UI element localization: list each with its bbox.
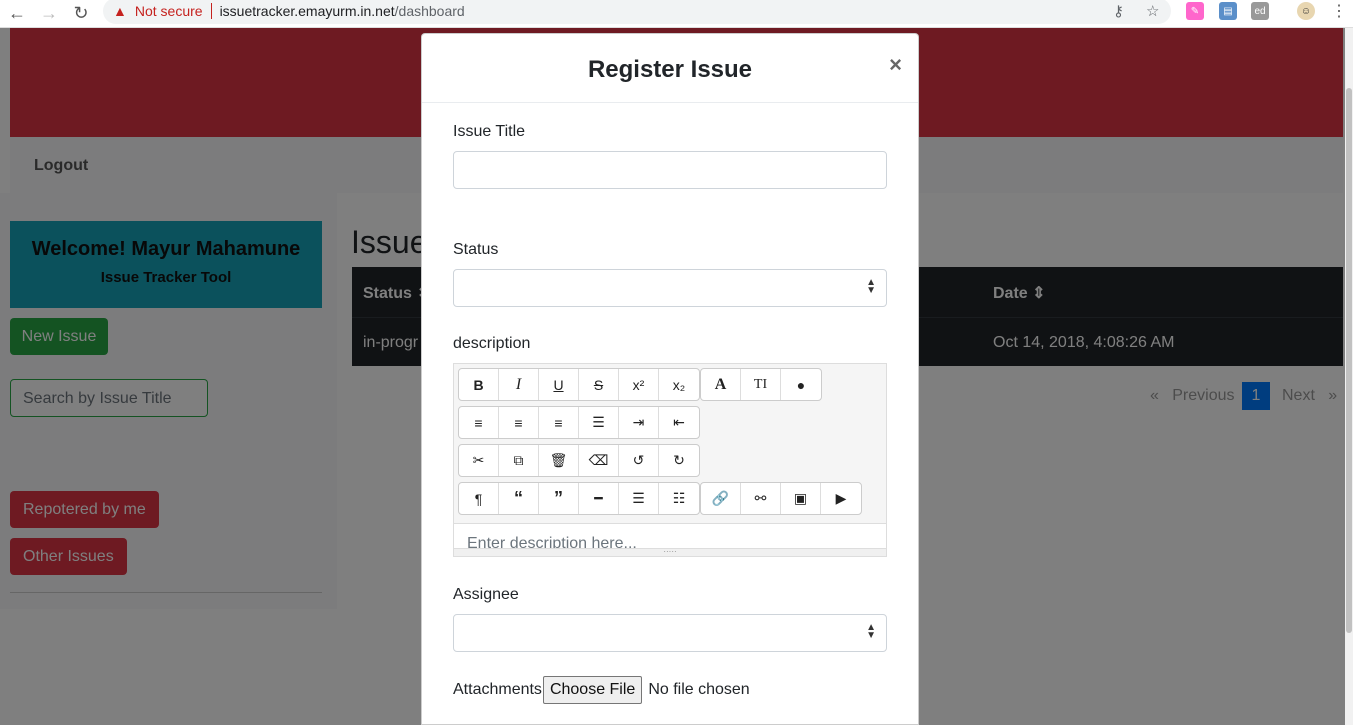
resize-handle[interactable]: ·····	[454, 548, 886, 556]
star-icon[interactable]: ☆	[1146, 2, 1159, 20]
reload-icon[interactable]: ↻	[69, 2, 93, 26]
assignee-select[interactable]: ▲ ▼	[453, 614, 887, 652]
toolbar-row-insert: ¶ “ ” ━ ☰ ☷ 🔗 ⚯ ▣ ▶	[458, 482, 862, 515]
indent-icon[interactable]: ⇥	[619, 407, 659, 438]
file-status: No file chosen	[648, 681, 750, 698]
register-issue-modal: Register Issue × Issue Title Status ▲ ▼ d…	[421, 33, 919, 725]
toolbar-row-format: B I U S x² x₂ A TI ●	[458, 368, 822, 401]
url-host: issuetracker.emayurm.in.net	[219, 3, 395, 19]
warning-icon: ▲	[113, 3, 127, 19]
menu-dots-icon[interactable]: ⋮	[1330, 2, 1348, 20]
close-icon[interactable]: ×	[889, 52, 902, 78]
modal-title: Register Issue	[587, 56, 753, 83]
url-path: /dashboard	[394, 3, 465, 19]
align-left-icon[interactable]: ≡	[459, 407, 499, 438]
bold-icon[interactable]: B	[459, 369, 499, 400]
font-size-icon[interactable]: TI	[741, 369, 781, 400]
issue-title-input[interactable]	[453, 151, 887, 189]
status-label: Status	[453, 241, 499, 258]
quote-open-icon[interactable]: “	[499, 483, 539, 514]
paragraph-icon[interactable]: ¶	[459, 483, 499, 514]
scrollbar-thumb[interactable]	[1346, 88, 1352, 633]
strikethrough-icon[interactable]: S	[579, 369, 619, 400]
numbered-list-icon[interactable]: ☷	[659, 483, 699, 514]
toolbar-row-edit: ✂ ⧉ 🗑 ⌫ ↺ ↻	[458, 444, 700, 477]
url-separator	[210, 3, 212, 19]
not-secure-label: Not secure	[134, 3, 203, 19]
cut-icon[interactable]: ✂	[459, 445, 499, 476]
superscript-icon[interactable]: x²	[619, 369, 659, 400]
redo-icon[interactable]: ↻	[659, 445, 699, 476]
choose-file-button[interactable]: Choose File	[542, 676, 643, 704]
address-bar[interactable]: ▲ Not secure issuetracker.emayurm.in.net…	[103, 0, 1171, 24]
highlight-color-icon[interactable]: ●	[781, 369, 821, 400]
toolbar-group: A TI ●	[700, 368, 822, 401]
eraser-icon[interactable]: ⌫	[579, 445, 619, 476]
undo-icon[interactable]: ↺	[619, 445, 659, 476]
copy-icon[interactable]: ⧉	[499, 445, 539, 476]
underline-icon[interactable]: U	[539, 369, 579, 400]
attachments-row: Attachments Choose File No file chosen	[453, 676, 750, 704]
attachments-label: Attachments	[453, 681, 542, 698]
key-icon[interactable]: ⚷	[1113, 2, 1124, 20]
toolbar-group: 🔗 ⚯ ▣ ▶	[700, 482, 862, 515]
rich-text-editor: B I U S x² x₂ A TI ● ≡ ≡ ≡ ☰ ⇥ ⇤ ✂ ⧉ 🗑 ⌫…	[453, 363, 887, 557]
extension-icon[interactable]: ▤	[1219, 2, 1237, 20]
justify-icon[interactable]: ☰	[579, 407, 619, 438]
select-arrows-icon: ▲ ▼	[866, 277, 876, 296]
font-color-icon[interactable]: A	[701, 369, 741, 400]
description-label: description	[453, 335, 531, 352]
description-editor[interactable]: Enter description here...	[454, 523, 886, 548]
align-right-icon[interactable]: ≡	[539, 407, 579, 438]
assignee-label: Assignee	[453, 586, 519, 603]
profile-avatar-icon[interactable]: ☺	[1297, 2, 1315, 20]
toolbar-row-align: ≡ ≡ ≡ ☰ ⇥ ⇤	[458, 406, 700, 439]
image-icon[interactable]: ▣	[781, 483, 821, 514]
scrollbar[interactable]	[1345, 28, 1353, 725]
outdent-icon[interactable]: ⇤	[659, 407, 699, 438]
extension-icon[interactable]: ed	[1251, 2, 1269, 20]
horizontal-rule-icon[interactable]: ━	[579, 483, 619, 514]
status-select[interactable]: ▲ ▼	[453, 269, 887, 307]
toolbar-group: ✂ ⧉ 🗑 ⌫ ↺ ↻	[458, 444, 700, 477]
back-arrow-icon[interactable]: ←	[5, 2, 29, 26]
align-center-icon[interactable]: ≡	[499, 407, 539, 438]
delete-icon[interactable]: 🗑	[539, 445, 579, 476]
video-icon[interactable]: ▶	[821, 483, 861, 514]
quote-close-icon[interactable]: ”	[539, 483, 579, 514]
toolbar-group: B I U S x² x₂	[458, 368, 700, 401]
link-icon[interactable]: 🔗	[701, 483, 741, 514]
bullet-list-icon[interactable]: ☰	[619, 483, 659, 514]
issue-title-label: Issue Title	[453, 123, 526, 140]
toolbar-group: ¶ “ ” ━ ☰ ☷	[458, 482, 700, 515]
modal-header: Register Issue ×	[422, 34, 918, 103]
browser-toolbar: ← → ↻ ▲ Not secure issuetracker.emayurm.…	[0, 0, 1353, 28]
subscript-icon[interactable]: x₂	[659, 369, 699, 400]
unlink-icon[interactable]: ⚯	[741, 483, 781, 514]
extension-icon[interactable]: ✎	[1186, 2, 1204, 20]
italic-icon[interactable]: I	[499, 369, 539, 400]
select-arrows-icon: ▲ ▼	[866, 622, 876, 641]
forward-arrow-icon[interactable]: →	[37, 2, 61, 26]
toolbar-group: ≡ ≡ ≡ ☰ ⇥ ⇤	[458, 406, 700, 439]
